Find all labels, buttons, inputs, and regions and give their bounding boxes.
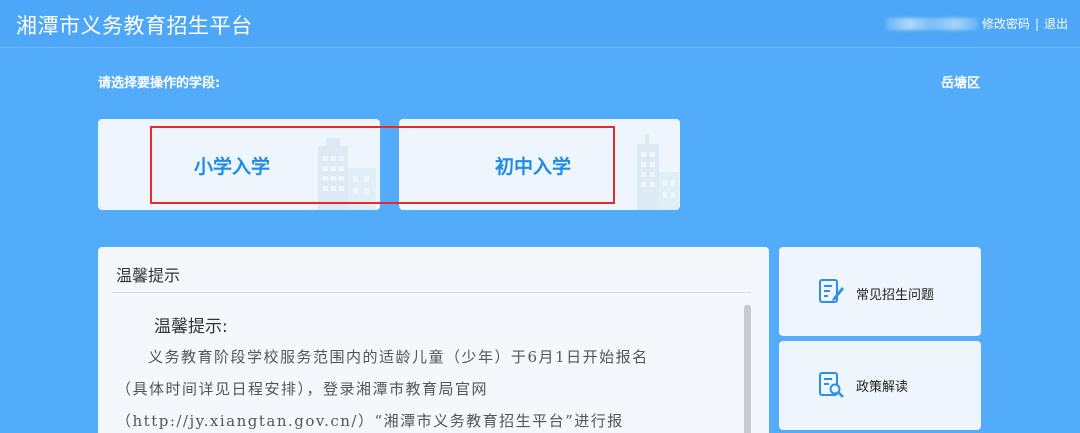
header-separator: | <box>1034 16 1039 31</box>
building-icon <box>637 134 679 210</box>
primary-school-button[interactable]: 小学入学 <box>98 119 380 210</box>
app-title: 湘潭市义务教育招生平台 <box>16 14 253 38</box>
notice-panel: 温馨提示 温馨提示: 义务教育阶段学校服务范围内的适龄儿童（少年）于6月1日开始… <box>98 247 769 433</box>
notice-panel-title: 温馨提示 <box>116 266 181 285</box>
notice-body: 温馨提示: 义务教育阶段学校服务范围内的适龄儿童（少年）于6月1日开始报名 （具… <box>116 313 746 433</box>
building-icon <box>318 138 376 210</box>
faq-button[interactable]: 常见招生问题 <box>779 247 981 336</box>
logout-link[interactable]: 退出 <box>1044 15 1068 32</box>
edit-document-icon <box>819 279 844 303</box>
user-name-redacted <box>885 17 978 30</box>
middle-school-button[interactable]: 初中入学 <box>399 119 680 210</box>
faq-label: 常见招生问题 <box>856 288 935 303</box>
top-bar: 湘潭市义务教育招生平台 修改密码 | 退出 <box>0 0 1080 48</box>
policy-button[interactable]: 政策解读 <box>779 341 981 430</box>
notice-line: （具体时间详见日程安排），登录湘潭市教育局官网 <box>116 380 489 398</box>
user-area: 修改密码 | 退出 <box>885 15 1068 32</box>
notice-line: 义务教育阶段学校服务范围内的适龄儿童（少年）于6月1日开始报名 <box>148 348 649 366</box>
notice-line: （http://jy.xiangtan.gov.cn/）“湘潭市义务教育招生平台… <box>116 412 624 430</box>
district-label[interactable]: 岳塘区 <box>941 72 980 91</box>
policy-label: 政策解读 <box>856 380 909 395</box>
document-search-icon <box>819 372 844 398</box>
notice-scrollbar[interactable] <box>744 305 751 433</box>
middle-school-label: 初中入学 <box>495 156 572 178</box>
stage-select-prompt: 请选择要操作的学段: <box>98 76 221 91</box>
primary-school-label: 小学入学 <box>194 156 271 178</box>
notice-heading: 温馨提示: <box>154 317 228 337</box>
notice-divider <box>112 292 751 293</box>
change-password-link[interactable]: 修改密码 <box>982 15 1030 32</box>
